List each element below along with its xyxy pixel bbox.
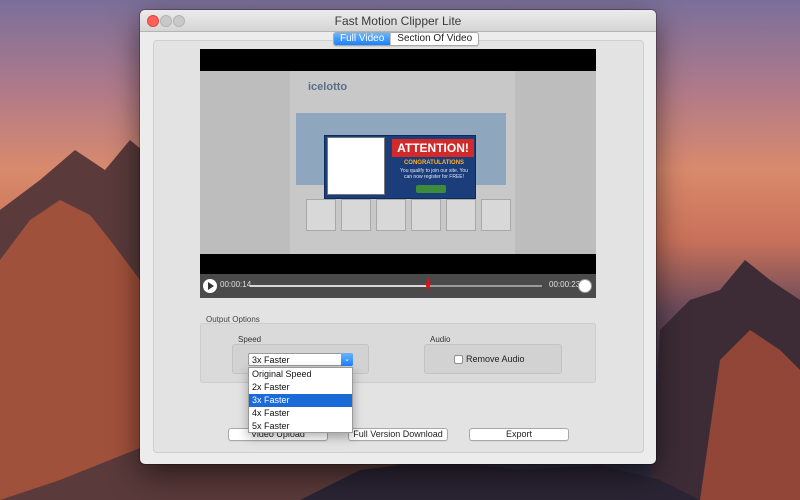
video-mode-segmented-control: Full Video Section Of Video (333, 32, 480, 46)
duration-time: 00:00:23 (549, 280, 581, 289)
video-player[interactable]: icelotto ATTENTION! CONGRATULATIONS You … (200, 49, 596, 298)
title-bar[interactable]: Fast Motion Clipper Lite (140, 10, 656, 32)
speed-option-original[interactable]: Original Speed (249, 368, 352, 381)
speed-option-4x[interactable]: 4x Faster (249, 407, 352, 420)
video-tile (341, 199, 371, 231)
speed-select[interactable]: 3x Faster ⌄ (248, 353, 353, 366)
audio-label: Audio (430, 335, 451, 344)
speed-select-value: 3x Faster (252, 355, 290, 365)
speed-option-3x[interactable]: 3x Faster (249, 394, 352, 407)
video-tiles (306, 199, 511, 231)
chevron-down-icon[interactable]: ⌄ (341, 353, 353, 366)
video-frame: icelotto ATTENTION! CONGRATULATIONS You … (200, 71, 596, 254)
video-popup-button (416, 185, 446, 193)
video-popup-attention: ATTENTION! (392, 139, 474, 157)
seek-bar[interactable] (250, 278, 542, 291)
video-popup-image (327, 137, 385, 195)
video-logo-text: icelotto (308, 81, 348, 93)
video-tile (481, 199, 511, 231)
video-tile (446, 199, 476, 231)
speed-dropdown-menu: Original Speed 2x Faster 3x Faster 4x Fa… (248, 367, 353, 433)
speed-option-2x[interactable]: 2x Faster (249, 381, 352, 394)
end-marker-icon[interactable] (578, 279, 592, 293)
remove-audio-label[interactable]: Remove Audio (466, 354, 525, 364)
window-title: Fast Motion Clipper Lite (334, 14, 462, 28)
video-tile (306, 199, 336, 231)
full-version-download-button[interactable]: Full Version Download (348, 428, 448, 441)
current-time: 00:00:14 (220, 280, 252, 289)
tab-section-of-video[interactable]: Section Of Video (390, 33, 478, 45)
video-tile (376, 199, 406, 231)
speed-label: Speed (238, 335, 262, 344)
tab-full-video[interactable]: Full Video (334, 33, 391, 45)
playhead-marker[interactable] (425, 283, 431, 291)
remove-audio-checkbox[interactable] (454, 355, 463, 364)
seek-bar-fill (250, 285, 428, 287)
speed-option-5x[interactable]: 5x Faster (249, 420, 352, 433)
video-popup-message: You qualify to join our site. You can no… (400, 168, 468, 180)
playback-controls: 00:00:14 00:00:23 (200, 274, 596, 298)
play-icon[interactable] (203, 279, 217, 293)
video-tile (411, 199, 441, 231)
export-button[interactable]: Export (469, 428, 569, 441)
video-popup-congrats: CONGRATULATIONS (403, 160, 465, 166)
